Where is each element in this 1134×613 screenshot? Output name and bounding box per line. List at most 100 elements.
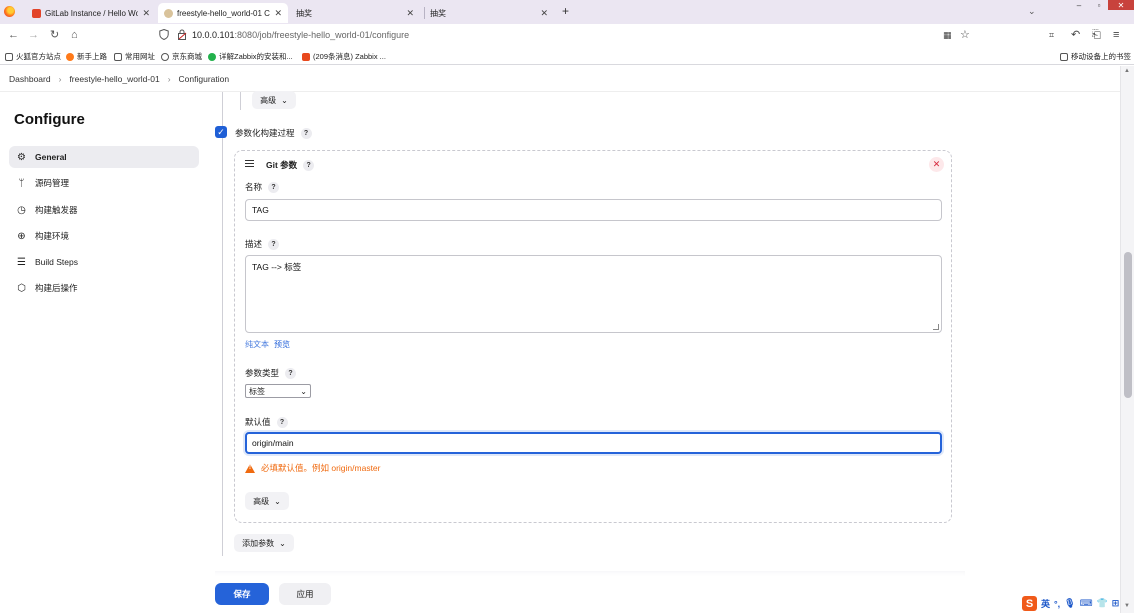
warning-icon bbox=[245, 463, 255, 473]
mobile-icon bbox=[1060, 52, 1068, 61]
home-icon[interactable]: ⌂ bbox=[71, 29, 78, 41]
scroll-up-icon[interactable]: ▲ bbox=[1124, 68, 1130, 74]
lock-icon[interactable] bbox=[177, 29, 187, 40]
name-label-text: 名称 bbox=[245, 182, 263, 192]
sidebar-item-post-build[interactable]: ⬡ 构建后操作 bbox=[9, 277, 199, 299]
tab-title: freestyle-hello_world-01 Config bbox=[177, 8, 270, 18]
firefox-menu-icon[interactable] bbox=[4, 6, 15, 17]
chevron-right-icon: › bbox=[167, 73, 171, 84]
bookmark-item[interactable]: 京东商城 bbox=[161, 51, 202, 62]
firefox-icon bbox=[66, 52, 74, 61]
close-icon[interactable]: ✕ bbox=[406, 8, 414, 19]
help-icon[interactable]: ? bbox=[300, 127, 312, 139]
bookmarks-bar: 火狐官方站点 新手上路 常用网址 京东商城 详解Zabbix的安装和... (2… bbox=[0, 47, 1134, 65]
ime-language[interactable]: 英 bbox=[1041, 597, 1050, 610]
gitlab-icon bbox=[32, 8, 41, 18]
chevron-down-icon: ⌄ bbox=[279, 538, 286, 548]
save-button[interactable]: 保存 bbox=[215, 583, 269, 605]
add-parameter-label: 添加参数 bbox=[242, 538, 275, 548]
skin-icon[interactable]: 👕 bbox=[1097, 598, 1108, 609]
plain-text-link[interactable]: 纯文本 bbox=[245, 339, 269, 350]
default-value-label: 默认值 ? bbox=[245, 416, 288, 428]
mobile-bookmarks[interactable]: 移动设备上的书签 bbox=[1060, 51, 1131, 62]
scroll-down-icon[interactable]: ▼ bbox=[1124, 603, 1130, 609]
chevron-down-icon: ⌄ bbox=[274, 496, 281, 506]
extensions-icon[interactable]: ⎗ bbox=[1092, 29, 1101, 41]
add-parameter-button[interactable]: 添加参数 ⌄ bbox=[234, 534, 294, 552]
tab-lottery-1[interactable]: 抽奖 ✕ bbox=[290, 3, 420, 23]
help-icon[interactable]: ? bbox=[285, 367, 297, 379]
sidebar-item-label: Build Steps bbox=[35, 257, 78, 267]
cube-icon: ⬡ bbox=[17, 282, 26, 294]
delete-parameter-button[interactable]: ✕ bbox=[929, 157, 944, 172]
back-icon[interactable]: ← bbox=[8, 29, 19, 41]
maximize-button[interactable]: ▫ bbox=[1088, 0, 1110, 10]
qr-code-icon[interactable]: ▦ bbox=[943, 29, 952, 41]
minimize-button[interactable]: – bbox=[1068, 0, 1090, 10]
sidebar-item-scm[interactable]: ᛘ 源码管理 bbox=[9, 172, 199, 194]
address-bar[interactable]: 10.0.0.101:8080/job/freestyle-hello_worl… bbox=[192, 30, 409, 40]
advanced-button-top[interactable]: 高级 ⌄ bbox=[252, 91, 296, 109]
shield-icon[interactable] bbox=[159, 29, 169, 40]
tab-configure[interactable]: freestyle-hello_world-01 Config ✕ bbox=[158, 3, 288, 23]
browser-tab-bar: GitLab Instance / Hello World ✕ freestyl… bbox=[0, 0, 1134, 24]
close-icon[interactable]: ✕ bbox=[540, 8, 548, 19]
apply-button[interactable]: 应用 bbox=[279, 583, 331, 605]
help-icon[interactable]: ? bbox=[303, 159, 315, 171]
advanced-label: 高级 bbox=[253, 496, 270, 506]
preview-link[interactable]: 预览 bbox=[274, 339, 290, 350]
parameterized-checkbox[interactable]: ✓ bbox=[215, 126, 227, 138]
sidebar-item-environment[interactable]: ⊕ 构建环境 bbox=[9, 225, 199, 247]
bookmark-item[interactable]: (209条消息) Zabbix ... bbox=[302, 51, 386, 62]
name-label: 名称 ? bbox=[245, 181, 280, 193]
breadcrumb-job[interactable]: freestyle-hello_world-01 bbox=[69, 74, 159, 84]
scroll-thumb[interactable] bbox=[1124, 252, 1132, 398]
reload-icon[interactable]: ↻ bbox=[50, 29, 59, 41]
bookmark-label: 新手上路 bbox=[77, 52, 107, 61]
sidebar-item-label: 构建后操作 bbox=[35, 283, 78, 293]
breadcrumb-dashboard[interactable]: Dashboard bbox=[9, 74, 51, 84]
window-close-button[interactable]: ✕ bbox=[1108, 0, 1134, 10]
drag-handle-icon[interactable] bbox=[245, 160, 254, 167]
help-icon[interactable]: ? bbox=[276, 416, 288, 428]
help-icon[interactable]: ? bbox=[268, 238, 280, 250]
page-scrollbar[interactable]: ▲ ▼ bbox=[1120, 66, 1134, 613]
default-value-warning: 必填默认值。例如 origin/master bbox=[245, 462, 381, 474]
punctuation-icon[interactable]: °, bbox=[1054, 599, 1060, 609]
name-field[interactable]: TAG bbox=[245, 199, 942, 221]
tab-gitlab[interactable]: GitLab Instance / Hello World ✕ bbox=[26, 3, 156, 23]
bookmark-item[interactable]: 火狐官方站点 bbox=[5, 51, 61, 62]
advanced-button[interactable]: 高级 ⌄ bbox=[245, 492, 289, 510]
undo-icon[interactable]: ↶ bbox=[1071, 29, 1080, 41]
description-mode: 纯文本 预览 bbox=[245, 339, 290, 350]
microphone-icon[interactable]: 🎙 bbox=[1064, 598, 1075, 609]
sidebar-item-build-steps[interactable]: ☰ Build Steps bbox=[9, 251, 199, 273]
sidebar-item-triggers[interactable]: ◷ 构建触发器 bbox=[9, 199, 199, 221]
close-icon[interactable]: ✕ bbox=[142, 8, 150, 19]
description-textarea[interactable]: TAG --> 标签 bbox=[245, 255, 942, 333]
resize-handle-icon[interactable] bbox=[933, 324, 939, 330]
screenshot-icon[interactable]: ⌗ bbox=[1049, 29, 1054, 41]
parameterized-label: 参数化构建过程 ? bbox=[235, 127, 312, 139]
keyboard-icon[interactable]: ⌨ bbox=[1080, 598, 1093, 609]
bookmark-item[interactable]: 常用网址 bbox=[114, 51, 155, 62]
git-parameter-header: Git 参数 ? bbox=[266, 159, 315, 171]
default-value-field[interactable]: origin/main bbox=[245, 432, 942, 454]
param-type-select[interactable]: 标签 ⌄ bbox=[245, 384, 311, 398]
menu-icon[interactable]: ≡ bbox=[1113, 29, 1119, 41]
bookmark-star-icon[interactable]: ☆ bbox=[960, 29, 970, 41]
grid-icon[interactable]: ⊞ bbox=[1112, 598, 1120, 609]
sidebar-item-label: 构建环境 bbox=[35, 231, 70, 241]
new-tab-button[interactable]: + bbox=[562, 4, 569, 18]
tab-lottery-2[interactable]: 抽奖 ✕ bbox=[424, 3, 554, 23]
close-icon[interactable]: ✕ bbox=[274, 8, 282, 19]
forward-icon[interactable]: → bbox=[28, 29, 39, 41]
breadcrumb-configuration[interactable]: Configuration bbox=[179, 74, 230, 84]
list-tabs-icon[interactable]: ⌄ bbox=[1028, 6, 1036, 17]
bookmark-item[interactable]: 新手上路 bbox=[66, 51, 107, 62]
help-icon[interactable]: ? bbox=[268, 181, 280, 193]
page-title: Configure bbox=[14, 111, 85, 128]
bookmark-item[interactable]: 详解Zabbix的安装和... bbox=[208, 51, 293, 62]
ime-toolbar[interactable]: S 英 °, 🎙 ⌨ 👕 ⊞ bbox=[1022, 596, 1119, 611]
sidebar-item-general[interactable]: ⚙ General bbox=[9, 146, 199, 168]
